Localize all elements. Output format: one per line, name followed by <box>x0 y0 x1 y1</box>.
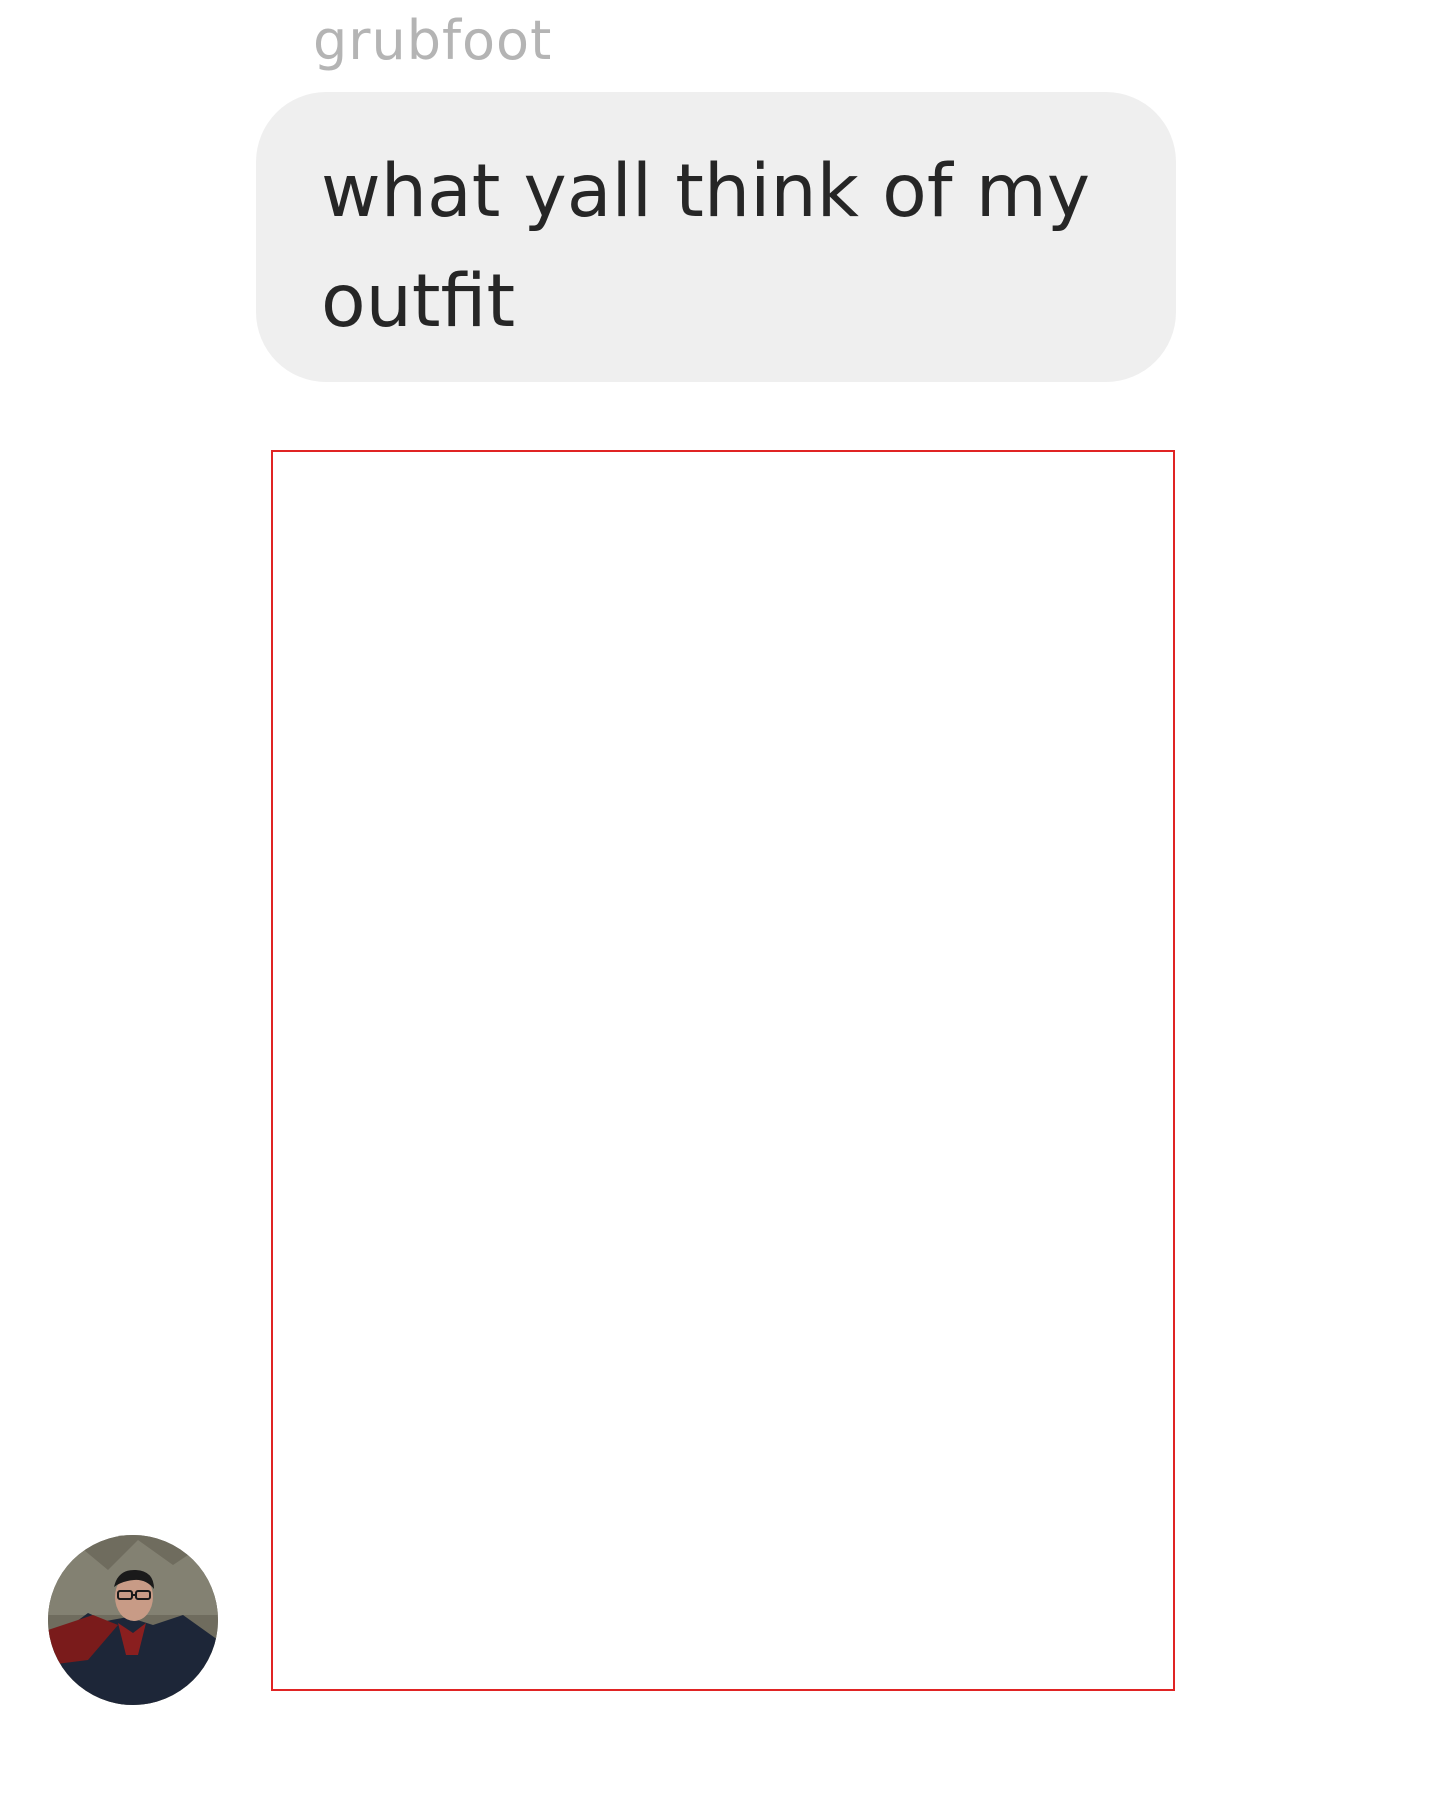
message-text: what yall think of my outfit <box>321 149 1091 344</box>
attached-photo[interactable] <box>271 450 1175 1691</box>
sender-avatar[interactable] <box>48 1535 218 1705</box>
profile-photo-icon <box>48 1535 218 1705</box>
sender-name[interactable]: grubfoot <box>313 6 552 76</box>
message-bubble[interactable]: what yall think of my outfit <box>256 92 1176 382</box>
message-thread: grubfoot what yall think of my outfit <box>0 0 1440 1807</box>
